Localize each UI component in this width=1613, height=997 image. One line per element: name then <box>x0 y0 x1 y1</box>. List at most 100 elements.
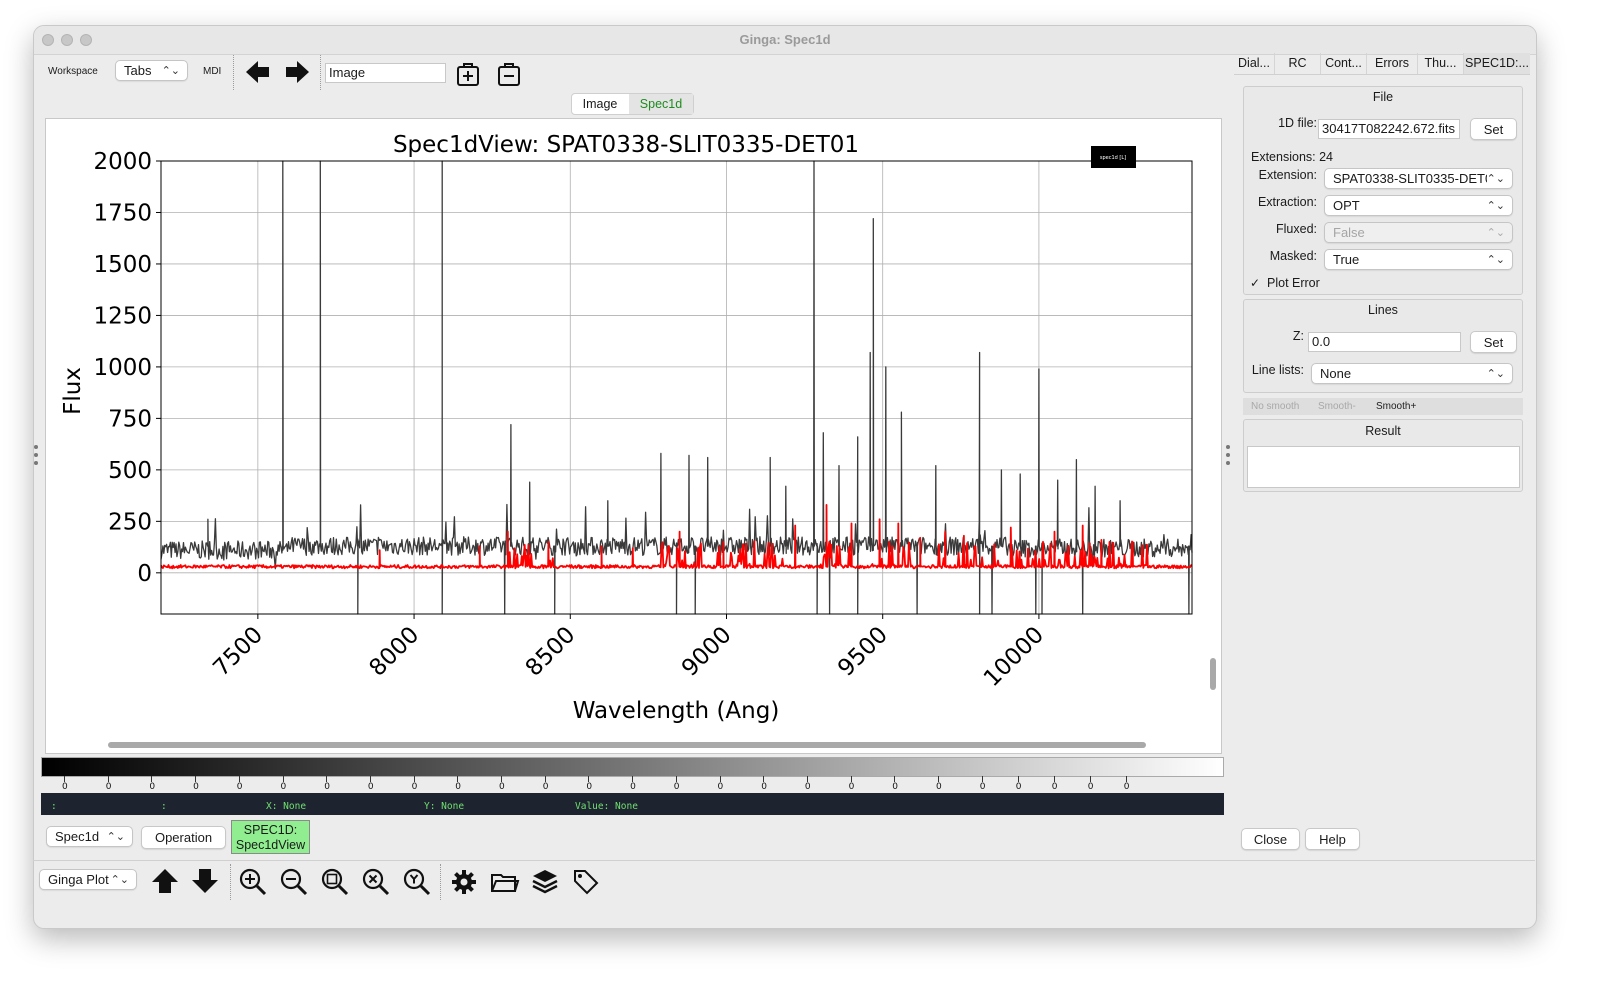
zoom-in-icon[interactable] <box>238 867 268 897</box>
status-bar: : : X: None Y: None Value: None <box>41 793 1224 815</box>
plot-series-group <box>160 160 1193 615</box>
x-axis-label: Wavelength (Ang) <box>573 698 780 724</box>
status-colon-1: : <box>51 801 57 812</box>
window-title: Ginga: Spec1d <box>739 32 831 47</box>
set-file-button[interactable]: Set <box>1470 118 1517 140</box>
layers-icon[interactable] <box>530 867 560 897</box>
fluxed-select-value: False <box>1333 225 1365 240</box>
viewer-select[interactable]: Ginga Plot ⌃⌄ <box>39 869 137 890</box>
masked-select-value: True <box>1333 252 1360 267</box>
result-text-area[interactable] <box>1247 446 1520 488</box>
colorbar-tick-label: 0 <box>193 782 199 792</box>
colorbar[interactable] <box>41 757 1224 777</box>
file-path-input[interactable]: 30417T082242.672.fits <box>1318 119 1460 139</box>
workspace-name-input[interactable]: Image <box>325 63 446 83</box>
colorbar-tick-label: 0 <box>936 782 942 792</box>
arrow-right-icon[interactable] <box>282 57 312 87</box>
toolbar-separator <box>320 55 321 90</box>
tab-spec1d[interactable]: SPEC1D:... <box>1464 53 1530 74</box>
chevron-updown-icon: ⌃⌄ <box>110 874 129 886</box>
help-button[interactable]: Help <box>1305 828 1360 850</box>
left-splitter-handle[interactable] <box>34 445 39 469</box>
channel-select-value: Spec1d <box>55 829 100 844</box>
channel-select[interactable]: Spec1d ⌃⌄ <box>46 826 133 847</box>
colorbar-tick-label: 0 <box>804 782 811 792</box>
down-arrow-icon[interactable] <box>190 866 220 896</box>
vertical-scrollbar[interactable] <box>1210 658 1216 690</box>
extension-label: Extension: <box>1258 168 1317 182</box>
result-group-title: Result <box>1365 424 1401 438</box>
file-group-title: File <box>1372 90 1394 104</box>
chevron-updown-icon: ⌃⌄ <box>1486 227 1505 239</box>
close-plugin-button[interactable]: Close <box>1241 828 1300 850</box>
tab-errors[interactable]: Errors <box>1367 53 1418 74</box>
file-label: 1D file: <box>1278 116 1317 130</box>
fluxed-select-disabled: False ⌃⌄ <box>1324 222 1513 243</box>
tab-rc[interactable]: RC <box>1275 53 1321 74</box>
zoom-out-icon[interactable] <box>279 867 309 897</box>
plot-canvas-container[interactable]: 2000 1750 1500 1250 1000 750 500 250 0 7500 8000 8… <box>45 118 1222 754</box>
plot-error-checkbox[interactable]: ✓ <box>1250 277 1262 289</box>
extension-select[interactable]: SPAT0338-SLIT0335-DET0 ⌃⌄ <box>1324 168 1513 189</box>
zoom-fit-icon[interactable] <box>320 867 350 897</box>
y-tick-label: 1000 <box>93 355 152 381</box>
tab-contents[interactable]: Cont... <box>1321 53 1367 74</box>
redshift-label: Z: <box>1292 329 1304 343</box>
line-lists-select[interactable]: None ⌃⌄ <box>1311 363 1513 384</box>
colorbar-tick-label: 0 <box>324 782 330 792</box>
remove-workspace-icon[interactable] <box>495 59 525 89</box>
colorbar-tick-label: 0 <box>411 782 418 792</box>
y-tick-label: 2000 <box>93 149 152 175</box>
y-tick-label: 750 <box>108 406 152 432</box>
status-value-readout: Value: None <box>575 801 638 812</box>
tab-dialogs[interactable]: Dial... <box>1234 53 1275 74</box>
colorbar-tick-label: 0 <box>499 782 505 792</box>
set-redshift-button[interactable]: Set <box>1470 331 1517 353</box>
smooth-minus-button[interactable]: Smooth- <box>1318 398 1356 415</box>
colorbar-tick-label: 0 <box>105 782 112 792</box>
zoom-x-icon[interactable] <box>361 867 391 897</box>
status-colon-2: : <box>161 801 167 812</box>
masked-select[interactable]: True ⌃⌄ <box>1324 249 1513 270</box>
tab-spec1d[interactable]: Spec1d <box>629 94 693 114</box>
tags-icon[interactable] <box>571 867 601 897</box>
right-splitter-handle[interactable] <box>1226 445 1231 469</box>
y-axis-ticks: 2000 1750 1500 1250 1000 750 500 250 0 <box>93 149 161 587</box>
colorbar-tick-label: 0 <box>630 782 636 792</box>
line-lists-label: Line lists: <box>1251 363 1304 377</box>
colorbar-tick-label: 0 <box>1015 782 1022 792</box>
extraction-select[interactable]: OPT ⌃⌄ <box>1324 195 1513 216</box>
no-smooth-button[interactable]: No smooth <box>1251 398 1299 415</box>
colorbar-tick-label: 0 <box>62 782 68 792</box>
add-workspace-icon[interactable] <box>454 59 484 89</box>
smooth-toolbar: No smooth Smooth- Smooth+ <box>1243 398 1523 415</box>
y-tick-label: 1500 <box>93 252 152 278</box>
y-tick-label: 0 <box>137 561 152 587</box>
colorbar-tick-label: 0 <box>892 782 899 792</box>
operation-button[interactable]: Operation <box>141 826 226 849</box>
layout-select-value: Tabs <box>124 63 152 78</box>
layout-select[interactable]: Tabs ⌃⌄ <box>115 60 188 81</box>
redshift-input[interactable]: 0.0 <box>1308 332 1461 352</box>
colorbar-tick-label: 0 <box>979 782 986 792</box>
flux-series-line <box>160 160 1193 615</box>
settings-gear-icon[interactable] <box>449 867 479 897</box>
smooth-plus-button[interactable]: Smooth+ <box>1376 398 1416 415</box>
viewer-select-value: Ginga Plot <box>48 872 109 887</box>
colorbar-tick-label: 0 <box>280 782 287 792</box>
masked-label: Masked: <box>1269 249 1317 263</box>
arrow-left-icon[interactable] <box>243 57 273 87</box>
channel-tab-bar: Image Spec1d <box>571 93 694 115</box>
spectrum-plot[interactable]: 2000 1750 1500 1250 1000 750 500 250 0 7500 8000 8… <box>46 119 1221 753</box>
horizontal-scrollbar[interactable] <box>108 742 1146 748</box>
zoom-y-icon[interactable] <box>402 867 432 897</box>
error-series-line <box>160 504 1193 570</box>
open-folder-icon[interactable] <box>490 867 520 897</box>
status-y-readout: Y: None <box>424 801 465 812</box>
x-tick-label: 8500 <box>521 622 581 682</box>
legend-label: spec1d [L] <box>1100 155 1126 161</box>
tab-thumbs[interactable]: Thu... <box>1418 53 1464 74</box>
tab-image[interactable]: Image <box>572 94 628 114</box>
active-plugin-spec1dview[interactable]: SPEC1D: Spec1dView <box>231 820 310 854</box>
up-arrow-icon[interactable] <box>150 866 180 896</box>
